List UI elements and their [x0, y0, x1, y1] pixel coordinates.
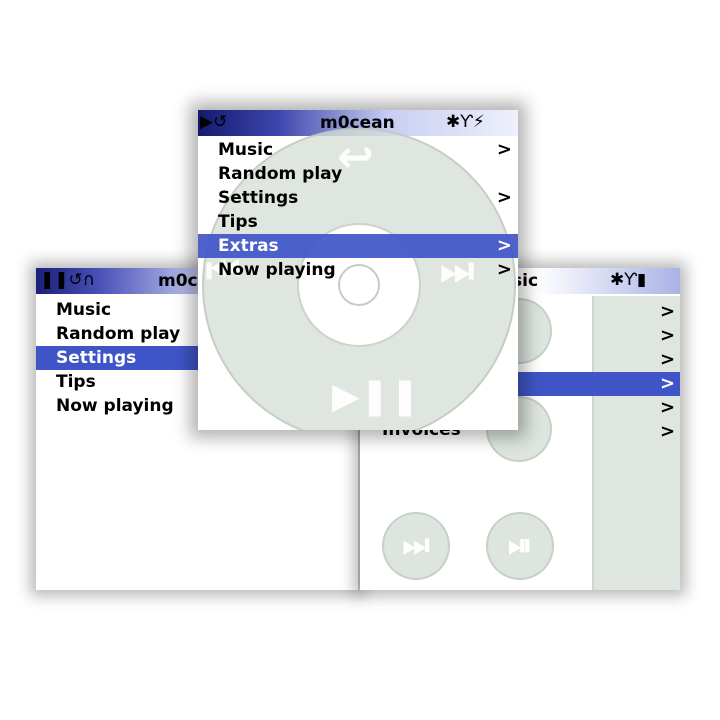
center-screen: ▶↺ m0cean ✱Ƴ⚡ Music > Random play Settin… — [198, 110, 518, 430]
right-chevron[interactable]: > — [660, 324, 676, 348]
play-pause-icon: ⏯ — [508, 528, 532, 563]
chevron-right-icon: > — [496, 139, 512, 160]
right-chevron[interactable]: > — [660, 396, 676, 420]
chevron-right-icon: > — [496, 187, 512, 208]
left-status-icons: ❚❚↺∩ — [40, 270, 96, 290]
menu-item-label: Random play — [56, 324, 181, 344]
center-status-right: ✱Ƴ⚡ — [446, 112, 485, 132]
left-screen-title: m0c — [158, 271, 198, 291]
previous-track-icon[interactable]: ⏮ — [206, 248, 240, 293]
right-status-icons: ✱Ƴ▮ — [610, 270, 647, 290]
next-icon: ⏭ — [402, 528, 430, 563]
menu-item-label: Settings — [56, 348, 137, 368]
menu-item-label: Music — [218, 140, 274, 160]
center-select-button[interactable] — [297, 223, 421, 347]
right-next-button[interactable]: ⏭ — [382, 512, 450, 580]
right-playpause-button[interactable]: ⏯ — [486, 512, 554, 580]
menu-item-label: Music — [56, 300, 112, 320]
right-chevron[interactable]: > — [660, 300, 676, 324]
menu-back-icon[interactable]: ↩ — [337, 132, 374, 183]
click-wheel[interactable]: ↩ ⏮ ⏭ ▶❚❚ — [202, 128, 516, 430]
right-chevron[interactable]: > — [660, 420, 676, 444]
menu-item-label: Now playing — [56, 396, 174, 416]
next-track-icon[interactable]: ⏭ — [440, 248, 474, 293]
right-chevron-column: > > > > > > — [660, 300, 676, 444]
right-selection-bar — [518, 372, 680, 396]
play-pause-icon[interactable]: ▶❚❚ — [332, 376, 420, 417]
center-dot — [338, 264, 380, 306]
right-chevron[interactable]: > — [660, 348, 676, 372]
menu-item-label: Tips — [56, 372, 96, 392]
center-status-left: ▶↺ — [200, 112, 228, 132]
right-chevron[interactable]: > — [660, 372, 676, 396]
